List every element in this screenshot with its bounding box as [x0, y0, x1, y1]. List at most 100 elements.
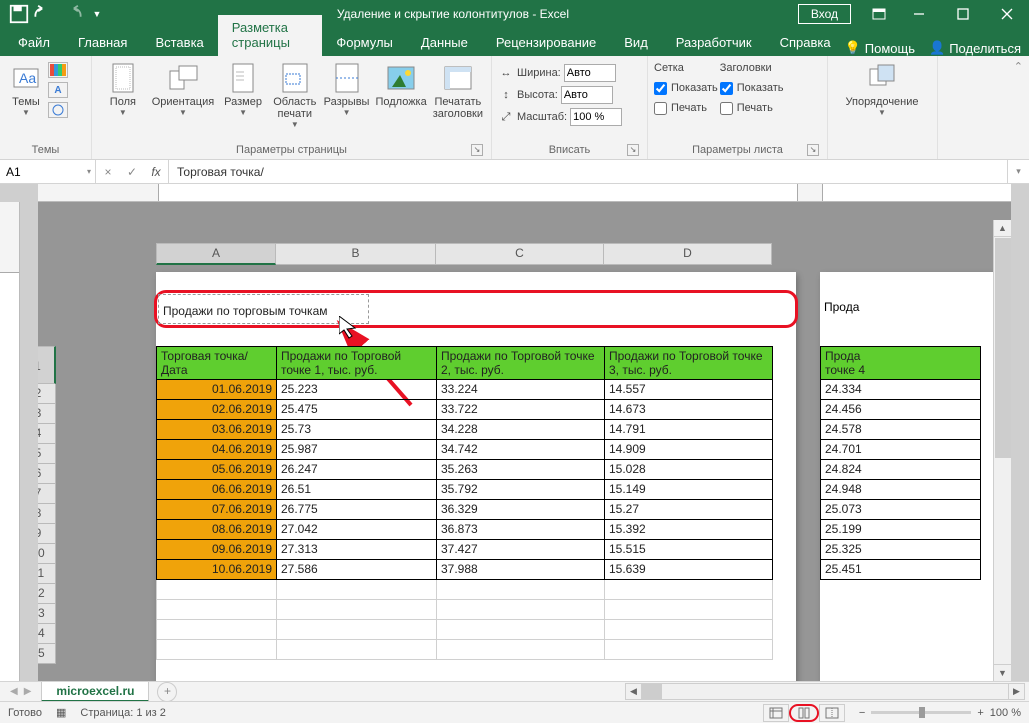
arrange-button[interactable]: Упорядочение▼: [834, 60, 930, 119]
table-cell[interactable]: 24.334: [821, 380, 981, 400]
sheet-prev-icon[interactable]: ◀: [10, 686, 18, 697]
redo-icon[interactable]: [60, 3, 82, 25]
width-input[interactable]: [564, 64, 616, 82]
print-area-button[interactable]: Область печати▼: [270, 60, 320, 131]
table-cell[interactable]: 25.223: [277, 380, 437, 400]
share-button[interactable]: 👤Поделиться: [929, 40, 1021, 56]
row-header[interactable]: 10: [38, 544, 56, 564]
table-cell[interactable]: 27.042: [277, 520, 437, 540]
effects-button[interactable]: [48, 102, 68, 118]
table-cell[interactable]: 35.792: [437, 480, 605, 500]
page-setup-launcher[interactable]: ↘: [471, 144, 483, 156]
table-cell[interactable]: 09.06.2019: [157, 540, 277, 560]
row-header[interactable]: 8: [38, 504, 56, 524]
headings-print-checkbox[interactable]: Печать: [720, 98, 784, 118]
scroll-right-icon[interactable]: ▶: [1008, 683, 1025, 700]
table-cell[interactable]: 08.06.2019: [157, 520, 277, 540]
qat-more-icon[interactable]: ▼: [86, 3, 108, 25]
col-header-D[interactable]: D: [604, 243, 772, 265]
table-cell[interactable]: 34.228: [437, 420, 605, 440]
scroll-left-icon[interactable]: ◀: [625, 683, 642, 700]
fx-icon[interactable]: fx: [144, 165, 168, 179]
table-cell[interactable]: 25.451: [821, 560, 981, 580]
table-cell[interactable]: 10.06.2019: [157, 560, 277, 580]
tab-insert[interactable]: Вставка: [141, 30, 217, 56]
save-icon[interactable]: [8, 3, 30, 25]
table-cell[interactable]: 03.06.2019: [157, 420, 277, 440]
tab-help[interactable]: Справка: [766, 30, 845, 56]
size-button[interactable]: Размер▼: [218, 60, 268, 119]
tab-formulas[interactable]: Формулы: [322, 30, 407, 56]
table-cell[interactable]: 25.73: [277, 420, 437, 440]
tab-file[interactable]: Файл: [4, 30, 64, 56]
header-center[interactable]: [370, 293, 583, 325]
table-cell[interactable]: 14.791: [605, 420, 773, 440]
margins-button[interactable]: Поля▼: [98, 60, 148, 119]
tab-home[interactable]: Главная: [64, 30, 141, 56]
gridlines-print-checkbox[interactable]: Печать: [654, 98, 718, 118]
table-cell[interactable]: 37.988: [437, 560, 605, 580]
headings-view-checkbox[interactable]: Показать: [720, 78, 784, 98]
tab-page-layout[interactable]: Разметка страницы: [218, 15, 323, 56]
zoom-out-icon[interactable]: −: [859, 707, 865, 719]
sheet-next-icon[interactable]: ▶: [24, 686, 32, 697]
tell-me-button[interactable]: 💡Помощь: [845, 40, 915, 56]
table-cell[interactable]: 24.824: [821, 460, 981, 480]
zoom-in-icon[interactable]: +: [977, 707, 983, 719]
table-cell[interactable]: 07.06.2019: [157, 500, 277, 520]
undo-icon[interactable]: [34, 3, 56, 25]
tab-data[interactable]: Данные: [407, 30, 482, 56]
table-cell[interactable]: 02.06.2019: [157, 400, 277, 420]
table-cell[interactable]: 27.313: [277, 540, 437, 560]
table-cell[interactable]: 15.149: [605, 480, 773, 500]
table-cell[interactable]: 15.028: [605, 460, 773, 480]
header-left[interactable]: Продажи по торговым точкам: [157, 293, 370, 325]
row-header[interactable]: 7: [38, 484, 56, 504]
table-cell[interactable]: 14.557: [605, 380, 773, 400]
view-page-layout-icon[interactable]: [789, 704, 819, 722]
tab-view[interactable]: Вид: [610, 30, 662, 56]
table-cell[interactable]: 24.456: [821, 400, 981, 420]
colors-button[interactable]: [48, 62, 68, 78]
sheet-opts-launcher[interactable]: ↘: [807, 144, 819, 156]
table-cell[interactable]: 24.948: [821, 480, 981, 500]
table-cell[interactable]: 15.392: [605, 520, 773, 540]
row-header[interactable]: 14: [38, 624, 56, 644]
row-header[interactable]: 15: [38, 644, 56, 664]
fonts-button[interactable]: A: [48, 82, 68, 98]
close-icon[interactable]: [985, 0, 1029, 28]
cancel-formula-icon[interactable]: ×: [96, 165, 120, 179]
table-cell[interactable]: 14.909: [605, 440, 773, 460]
tab-review[interactable]: Рецензирование: [482, 30, 610, 56]
col-header-B[interactable]: B: [276, 243, 436, 265]
row-header[interactable]: 1: [38, 346, 56, 384]
name-box[interactable]: A1: [0, 160, 96, 183]
table-cell[interactable]: 35.263: [437, 460, 605, 480]
scroll-up-icon[interactable]: ▲: [994, 220, 1011, 237]
table-cell[interactable]: 24.578: [821, 420, 981, 440]
formula-input[interactable]: Торговая точка/: [169, 160, 1007, 183]
sheet-area[interactable]: A B C D 123456789101112131415 Продажи по…: [38, 202, 1011, 681]
collapse-ribbon-icon[interactable]: ⌃: [1014, 60, 1023, 73]
login-button[interactable]: Вход: [798, 4, 851, 24]
table-cell[interactable]: 37.427: [437, 540, 605, 560]
table-cell[interactable]: 33.722: [437, 400, 605, 420]
row-header[interactable]: 11: [38, 564, 56, 584]
table-cell[interactable]: 14.673: [605, 400, 773, 420]
breaks-button[interactable]: Разрывы▼: [322, 60, 372, 119]
table-cell[interactable]: 06.06.2019: [157, 480, 277, 500]
table-cell[interactable]: 36.873: [437, 520, 605, 540]
table-cell[interactable]: 25.199: [821, 520, 981, 540]
row-header[interactable]: 4: [38, 424, 56, 444]
header-left-p2[interactable]: Прода: [824, 300, 859, 314]
col-header-C[interactable]: C: [436, 243, 604, 265]
ribbon-options-icon[interactable]: [865, 0, 893, 28]
minimize-icon[interactable]: [897, 0, 941, 28]
row-header[interactable]: 6: [38, 464, 56, 484]
table-cell[interactable]: 15.27: [605, 500, 773, 520]
horizontal-scrollbar[interactable]: ◀ ▶: [625, 684, 1025, 700]
table-cell[interactable]: 36.329: [437, 500, 605, 520]
print-titles-button[interactable]: Печатать заголовки: [431, 60, 485, 122]
table-cell[interactable]: 01.06.2019: [157, 380, 277, 400]
row-header[interactable]: 5: [38, 444, 56, 464]
